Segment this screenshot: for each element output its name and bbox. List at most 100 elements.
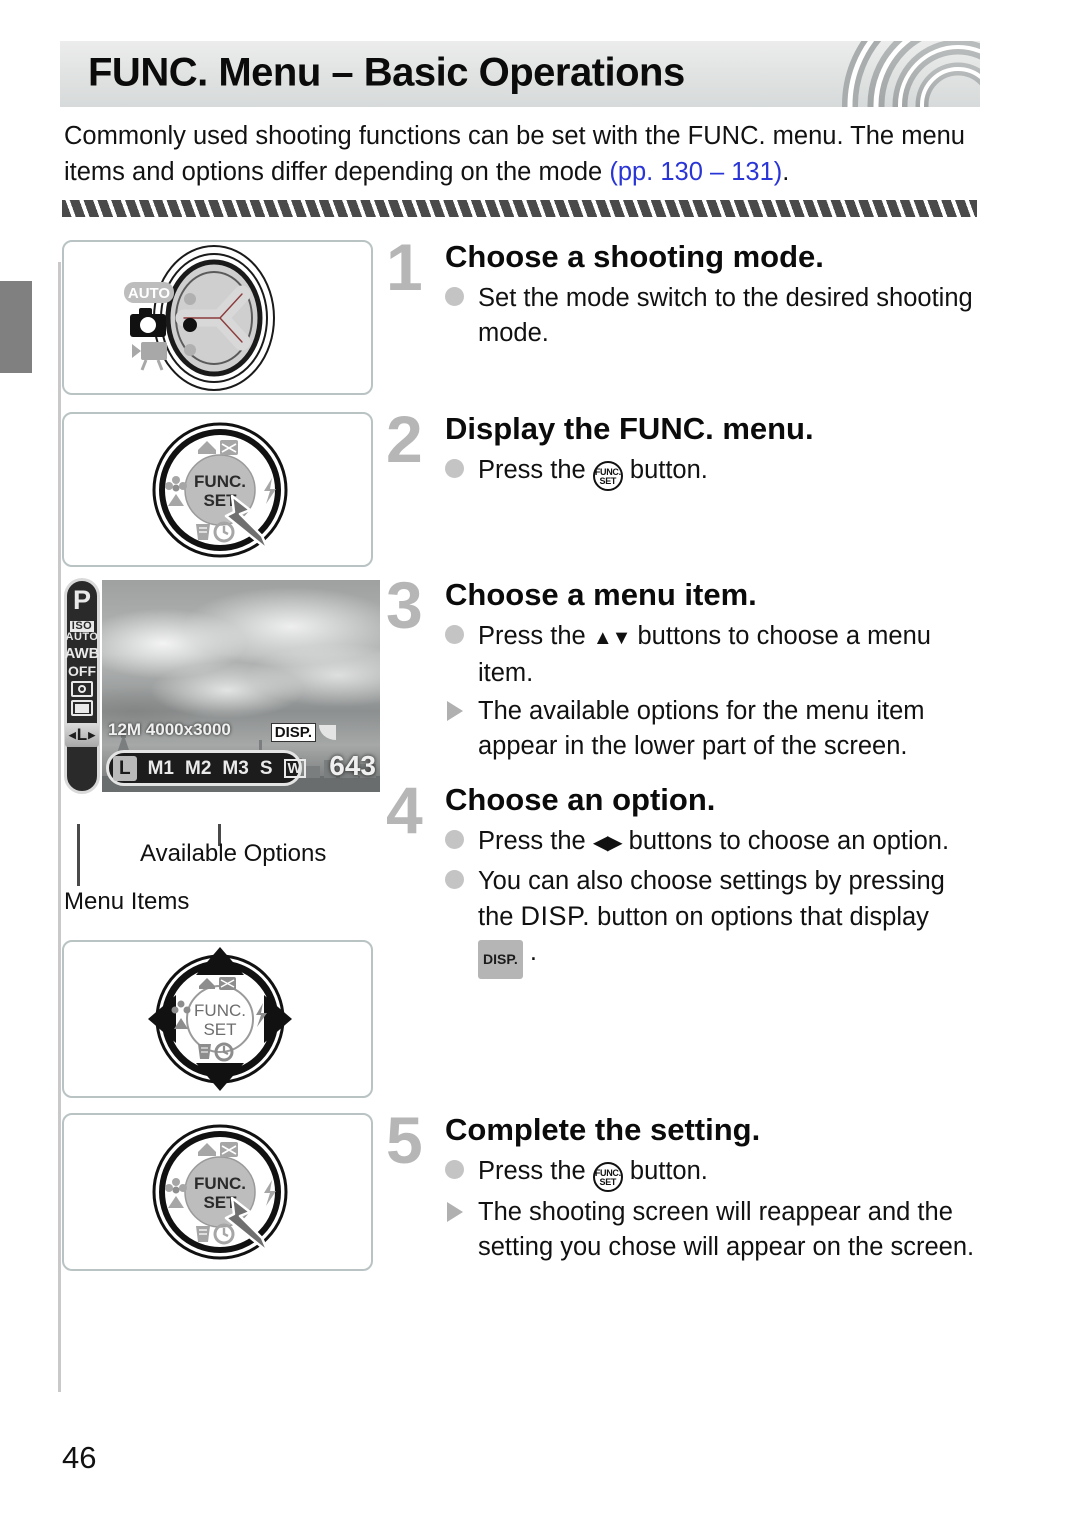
bullet-dot-icon xyxy=(445,830,464,850)
page-header: FUNC. Menu – Basic Operations xyxy=(60,41,980,107)
my-colors-value: OFF xyxy=(68,663,96,679)
step-1-bullets: Set the mode switch to the desired shoot… xyxy=(445,281,980,351)
self-timer-delete-icon xyxy=(196,1223,235,1245)
shots-remaining: 643 xyxy=(329,750,376,781)
bullet-text-after: buttons to choose an option. xyxy=(621,827,950,856)
bullet-triangle-icon xyxy=(447,1202,463,1223)
step-5-heading: Complete the setting. xyxy=(445,1112,761,1147)
left-right-buttons-icon: ◀▶ xyxy=(592,832,623,855)
bullet-text-mid: button on options that display xyxy=(590,903,929,932)
illustration-func-dial-step5: FUNC. SET xyxy=(62,1113,373,1271)
svg-text:FUNC.: FUNC. xyxy=(194,472,246,491)
menu-item-shooting-mode[interactable]: P xyxy=(73,587,91,614)
menu-item-iso[interactable]: ISO AUTO xyxy=(66,621,99,643)
bullet-text-after: . xyxy=(522,938,537,967)
bullet-text-before: Press the xyxy=(478,1157,593,1186)
left-chevron-icon: ◀ xyxy=(68,729,76,740)
resolution-info: 12M 4000x3000 xyxy=(108,720,231,739)
bullet-text: Press the ▲▼ buttons to choose a menu it… xyxy=(478,622,931,687)
intro-line-1: Commonly used shooting functions can be … xyxy=(64,122,895,150)
step-3-bullets: Press the ▲▼ buttons to choose a menu it… xyxy=(445,619,980,764)
step-4-bullets: Press the ◀▶ buttons to choose an option… xyxy=(445,824,980,980)
margin-rule xyxy=(58,262,61,1392)
illustration-mode-switch: AUTO xyxy=(62,240,373,395)
bullet-text-before: Press the xyxy=(478,827,593,856)
step-2-bullets: Press the FUNC. SET button. xyxy=(445,453,980,492)
disp-chip-icon: DISP. xyxy=(478,940,523,980)
intro-line-2b: . xyxy=(782,158,790,186)
self-timer-delete-icon xyxy=(196,521,235,543)
menu-item-resolution-selected[interactable]: ◀ L ▶ xyxy=(65,723,99,747)
right-chevron-icon: ▶ xyxy=(88,729,96,740)
option-w[interactable]: W xyxy=(283,758,306,778)
bullet: You can also choose settings by pressing… xyxy=(445,864,980,980)
option-m3[interactable]: M3 xyxy=(222,759,248,778)
step-4-number: 4 xyxy=(386,773,423,847)
screen-disp-indicator: DISP. xyxy=(270,723,336,742)
drive-mode-icon[interactable] xyxy=(71,700,93,716)
exposure-compensation-icon xyxy=(199,977,236,990)
bullet: Press the ▲▼ buttons to choose a menu it… xyxy=(445,619,980,691)
bullet-text: You can also choose settings by pressing… xyxy=(478,867,945,980)
available-options-bar[interactable]: L M1 M2 M3 S W xyxy=(106,750,306,786)
step-3-number: 3 xyxy=(386,568,423,642)
menu-item-white-balance[interactable]: AWB xyxy=(65,646,100,661)
bullet-dot-icon xyxy=(445,287,464,307)
page-reference-link[interactable]: (pp. 130 – 131) xyxy=(609,158,782,186)
bullet-text: Set the mode switch to the desired shoot… xyxy=(478,284,973,348)
bullet: The available options for the menu item … xyxy=(445,694,980,764)
disp-label: DISP. xyxy=(270,723,316,742)
bullet-text-after: button. xyxy=(622,1157,708,1186)
bullet-text: Press the FUNC. SET button. xyxy=(478,1157,708,1193)
callout-menu-items: Menu Items xyxy=(64,888,190,915)
macro-icon xyxy=(165,476,187,506)
illustration-func-dial-step2: FUNC. SET xyxy=(62,412,373,567)
bullet-dot-icon xyxy=(445,625,464,645)
camera-lcd-screen: 12M 4000x3000 DISP. L M1 M2 M3 S W 643 xyxy=(102,580,380,792)
step-2: 2 Display the FUNC. menu. Press the FUNC… xyxy=(386,406,980,494)
option-m1[interactable]: M1 xyxy=(148,759,174,778)
step-1-heading: Choose a shooting mode. xyxy=(445,239,824,274)
hatched-divider xyxy=(62,200,977,217)
func-dial-drawing: FUNC. SET xyxy=(152,422,288,558)
bullet-triangle-icon xyxy=(447,701,463,722)
page-title: FUNC. Menu – Basic Operations xyxy=(88,50,685,95)
resolution-value: L xyxy=(76,725,88,744)
right-arrow-icon xyxy=(264,995,292,1043)
step-3: 3 Choose a menu item. Press the ▲▼ butto… xyxy=(386,572,980,767)
macro-icon xyxy=(165,1178,187,1208)
option-s[interactable]: S xyxy=(260,759,273,778)
camera-screen-illustration: 12M 4000x3000 DISP. L M1 M2 M3 S W 643 P… xyxy=(62,578,380,823)
intro-paragraph: Commonly used shooting functions can be … xyxy=(64,118,969,190)
step-5-number: 5 xyxy=(386,1103,423,1177)
func-set-button-icon: FUNC. SET xyxy=(592,1162,623,1193)
bullet-dot-icon xyxy=(445,1160,464,1180)
concentric-arcs-decoration xyxy=(842,41,980,107)
menu-items-column[interactable]: P ISO AUTO AWB OFF ◀ L ▶ xyxy=(64,578,100,794)
bullet-text-before: Press the xyxy=(478,622,593,651)
exposure-compensation-icon xyxy=(198,1142,238,1157)
menu-item-my-colors[interactable]: OFF xyxy=(68,664,96,678)
bullet: Press the FUNC. SET button. xyxy=(445,453,980,492)
step-5-bullets: Press the FUNC. SET button. The shooting … xyxy=(445,1154,980,1265)
option-m2[interactable]: M2 xyxy=(185,759,211,778)
step-2-number: 2 xyxy=(386,402,423,476)
up-arrow-icon xyxy=(196,947,244,975)
manual-page: FUNC. Menu – Basic Operations Commonly u… xyxy=(0,0,1080,1521)
up-down-buttons-icon: ▲▼ xyxy=(592,627,632,650)
step-3-heading: Choose a menu item. xyxy=(445,577,757,612)
svg-text:AUTO: AUTO xyxy=(128,285,171,302)
iso-value: AUTO xyxy=(65,631,99,643)
step-4: 4 Choose an option. Press the ◀▶ buttons… xyxy=(386,777,980,982)
metering-icon[interactable] xyxy=(71,681,93,697)
callout-available-options: Available Options xyxy=(140,840,327,867)
left-arrow-icon xyxy=(148,995,176,1043)
step-1: 1 Choose a shooting mode. Set the mode s… xyxy=(386,234,980,354)
bullet: The shooting screen will reappear and th… xyxy=(445,1195,980,1265)
bullet-text: Press the ◀▶ buttons to choose an option… xyxy=(478,827,949,855)
svg-text:FUNC.: FUNC. xyxy=(194,1174,246,1193)
step-5: 5 Complete the setting. Press the FUNC. S… xyxy=(386,1107,980,1268)
bullet-dot-icon xyxy=(445,870,464,890)
mode-switch-drawing: AUTO xyxy=(124,245,275,391)
option-l[interactable]: L xyxy=(113,755,137,781)
